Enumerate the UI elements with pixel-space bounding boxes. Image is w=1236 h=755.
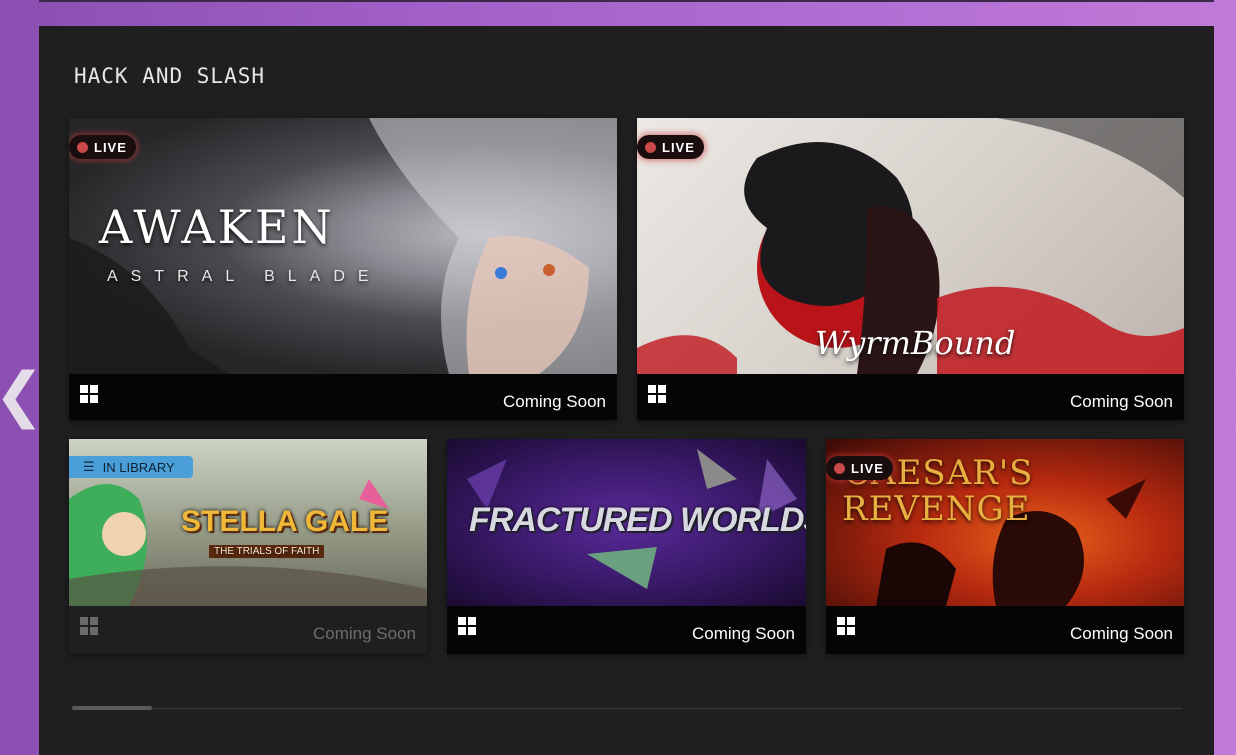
card-footer: Coming Soon	[447, 606, 806, 654]
carousel-scroll-thumb[interactable]	[72, 706, 152, 710]
game-card-fractured-worlds[interactable]: FRACTURED WORLDS Coming Soon	[447, 439, 806, 654]
card-footer: Coming Soon	[69, 374, 617, 420]
in-library-badge: ☰ IN LIBRARY	[69, 456, 193, 478]
live-badge-label: LIVE	[851, 460, 884, 476]
card-footer: Coming Soon	[637, 374, 1184, 420]
windows-icon	[837, 617, 855, 635]
game-card-wyrmbound[interactable]: WyrmBound LIVE Coming Soon	[637, 118, 1184, 420]
game-logo-subtitle: REVENGE	[842, 489, 1031, 529]
windows-icon	[80, 617, 98, 635]
game-card-caesars-revenge[interactable]: CAESAR'S REVENGE LIVE Coming Soon	[826, 439, 1184, 654]
windows-icon	[648, 385, 666, 403]
live-badge: LIVE	[637, 135, 704, 159]
live-badge: LIVE	[826, 456, 893, 480]
hack-and-slash-section: HACK AND SLASH AWAKEN ASTRAL BLADE LIVE …	[39, 26, 1214, 755]
carousel-next-arrow[interactable]: ❯	[1226, 362, 1236, 428]
game-capsule-art: WyrmBound	[637, 118, 1184, 374]
game-capsule-art: AWAKEN ASTRAL BLADE	[69, 118, 617, 374]
live-badge-label: LIVE	[662, 139, 695, 155]
game-capsule-art: FRACTURED WORLDS	[447, 439, 806, 606]
game-logo-subtitle: THE TRIALS OF FAITH	[209, 545, 325, 558]
game-logo-title: FRACTURED WORLDS	[469, 501, 806, 539]
windows-icon	[458, 617, 476, 635]
live-dot-icon	[645, 141, 656, 153]
card-footer: Coming Soon	[69, 606, 427, 654]
live-badge-label: LIVE	[94, 139, 127, 155]
carousel-prev-arrow[interactable]: ❮	[0, 362, 44, 428]
carousel-scroll-track[interactable]	[72, 708, 1182, 709]
game-logo-subtitle: ASTRAL BLADE	[107, 268, 382, 285]
in-library-label: IN LIBRARY	[102, 459, 175, 475]
live-dot-icon	[834, 462, 845, 474]
release-status: Coming Soon	[1069, 624, 1173, 643]
live-dot-icon	[77, 141, 88, 153]
game-logo-title: AWAKEN	[99, 200, 335, 254]
game-card-awaken[interactable]: AWAKEN ASTRAL BLADE LIVE Coming Soon	[69, 118, 617, 420]
game-logo-title: STELLA GALE	[181, 505, 389, 538]
live-badge: LIVE	[69, 135, 136, 159]
section-title: HACK AND SLASH	[74, 64, 266, 88]
card-footer: Coming Soon	[826, 606, 1184, 654]
release-status: Coming Soon	[691, 624, 795, 643]
top-divider	[39, 0, 1214, 2]
release-status: Coming Soon	[1069, 392, 1173, 411]
game-logo-title: WyrmBound	[815, 324, 1016, 362]
release-status: Coming Soon	[312, 624, 416, 643]
game-card-stella-gale[interactable]: STELLA GALE THE TRIALS OF FAITH ☰ IN LIB…	[69, 439, 427, 654]
list-icon: ☰	[83, 459, 95, 475]
release-status: Coming Soon	[502, 392, 606, 411]
windows-icon	[80, 385, 98, 403]
